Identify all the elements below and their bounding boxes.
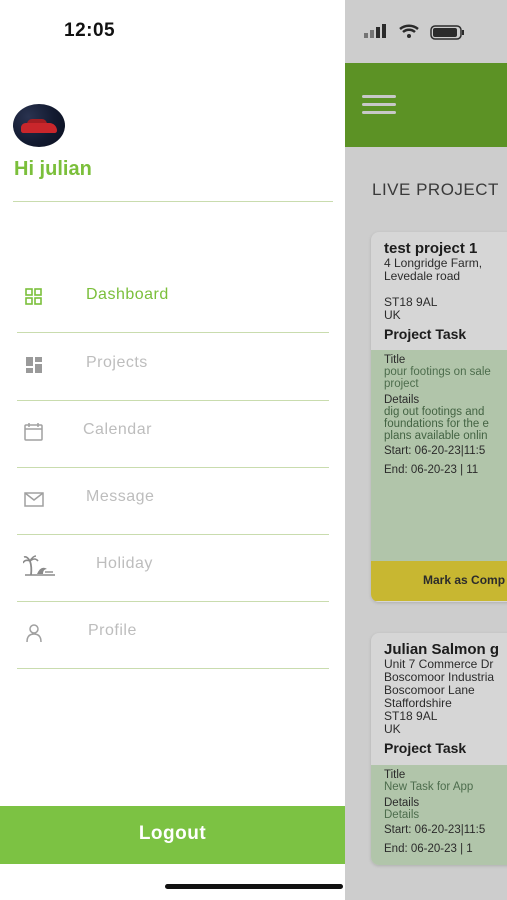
divider xyxy=(13,201,333,202)
calendar-icon xyxy=(24,423,43,441)
menu-item-calendar[interactable]: Calendar xyxy=(17,400,329,468)
side-drawer: 12:05 Hi julian Dashboard Projects Calen… xyxy=(0,0,345,900)
logout-button[interactable]: Logout xyxy=(0,806,345,864)
drawer-scrim[interactable] xyxy=(345,0,507,900)
menu-item-projects[interactable]: Projects xyxy=(17,333,329,401)
dashboard-grid-icon xyxy=(25,288,42,305)
person-icon xyxy=(26,624,42,643)
greeting: Hi julian xyxy=(14,158,92,180)
menu-item-dashboard[interactable]: Dashboard xyxy=(17,265,329,333)
home-indicator xyxy=(165,884,343,889)
menu-item-holiday[interactable]: Holiday xyxy=(17,534,329,602)
logout-label: Logout xyxy=(138,823,207,844)
status-time: 12:05 xyxy=(64,20,116,41)
menu-label: Message xyxy=(86,488,155,505)
menu-label: Dashboard xyxy=(86,286,169,303)
envelope-icon xyxy=(24,492,44,507)
menu-label: Profile xyxy=(88,622,137,639)
projects-tiles-icon xyxy=(26,357,42,373)
menu-item-message[interactable]: Message xyxy=(17,467,329,535)
avatar[interactable] xyxy=(13,104,65,147)
menu-label: Projects xyxy=(86,354,148,371)
menu-item-profile[interactable]: Profile xyxy=(17,601,329,669)
menu-label: Calendar xyxy=(83,421,152,438)
palm-tree-icon xyxy=(23,555,55,576)
menu-label: Holiday xyxy=(96,555,153,572)
